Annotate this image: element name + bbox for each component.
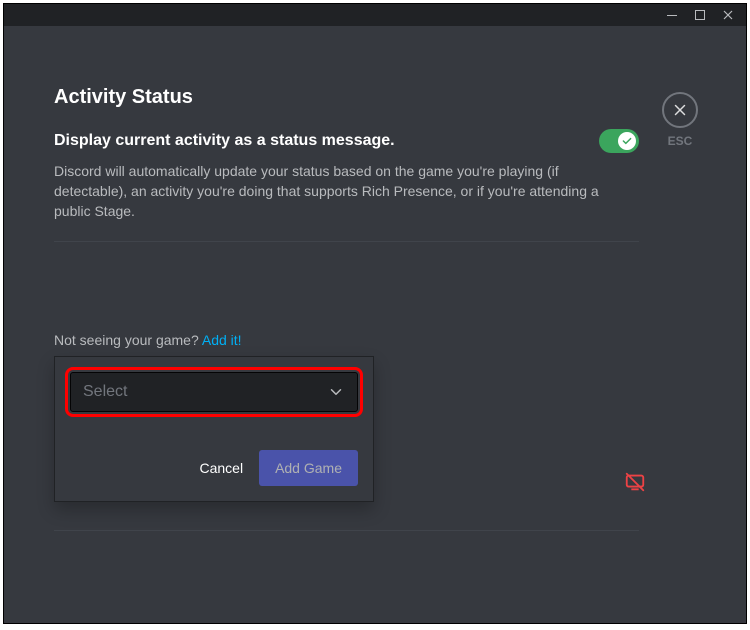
x-icon <box>671 101 689 119</box>
not-seeing-text: Not seeing your game? <box>54 332 202 348</box>
close-settings-button[interactable] <box>662 92 698 128</box>
main-column: Activity Status Display current activity… <box>54 86 639 531</box>
add-it-link[interactable]: Add it! <box>202 332 242 348</box>
game-select-dropdown[interactable]: Select <box>70 372 358 412</box>
settings-content: ESC Activity Status Display current acti… <box>4 26 746 623</box>
maximize-button[interactable] <box>686 4 714 26</box>
screen-share-off-icon <box>624 471 646 498</box>
maximize-icon <box>694 9 706 21</box>
titlebar <box>4 4 746 26</box>
activity-status-toggle[interactable] <box>599 129 639 153</box>
close-window-button[interactable] <box>714 4 742 26</box>
not-seeing-prompt: Not seeing your game? Add it! <box>54 332 639 348</box>
page-title: Activity Status <box>54 86 639 109</box>
close-icon <box>722 9 734 21</box>
toggle-thumb <box>618 132 636 150</box>
chevron-down-icon <box>327 383 345 401</box>
setting-description: Discord will automatically update your s… <box>54 161 614 221</box>
popup-actions: Cancel Add Game <box>70 450 358 486</box>
app-window: ESC Activity Status Display current acti… <box>3 3 747 624</box>
close-settings-label: ESC <box>668 134 693 148</box>
close-settings-column: ESC <box>662 92 698 148</box>
cancel-button[interactable]: Cancel <box>199 460 243 476</box>
minimize-icon <box>666 9 678 21</box>
minimize-button[interactable] <box>658 4 686 26</box>
divider <box>54 241 639 242</box>
add-game-button[interactable]: Add Game <box>259 450 358 486</box>
setting-title: Display current activity as a status mes… <box>54 132 395 150</box>
divider <box>54 530 639 531</box>
setting-row: Display current activity as a status mes… <box>54 129 639 153</box>
add-game-popup: Select Cancel Add Game <box>54 356 374 502</box>
check-icon <box>621 135 633 147</box>
select-placeholder: Select <box>83 383 127 401</box>
